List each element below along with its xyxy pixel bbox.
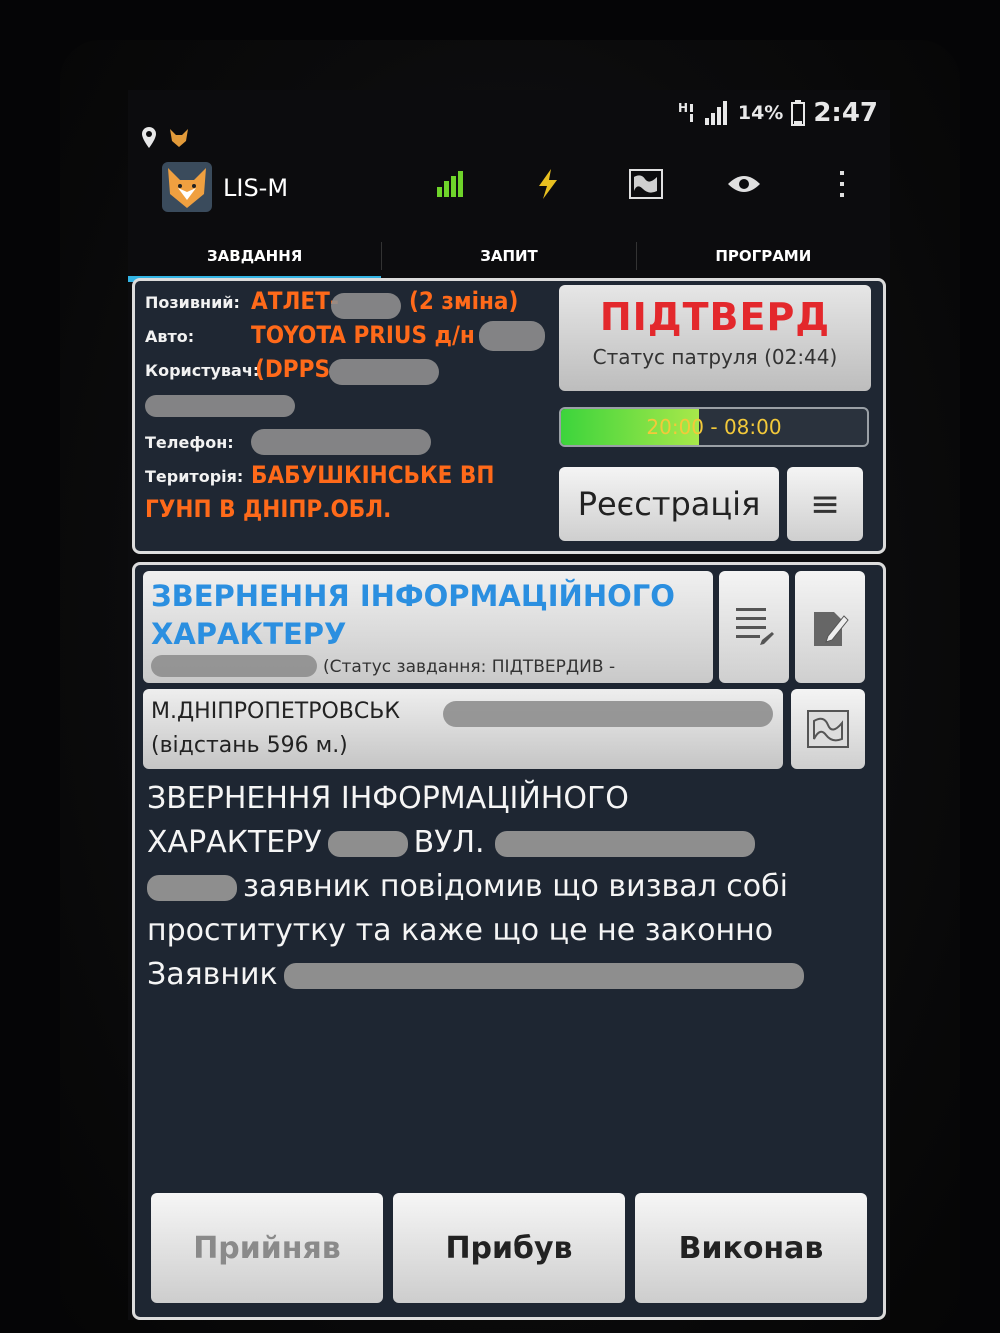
task-panel: ЗВЕРНЕННЯ ІНФОРМАЦІЙНОГО ХАРАКТЕРУ (Стат… bbox=[132, 562, 886, 1320]
phone-label: Телефон: bbox=[145, 433, 234, 452]
address-distance: (відстань 596 м.) bbox=[151, 733, 348, 758]
phone-screen: H 14% 2:47 LIS-M ЗАВДАННЯ ЗАПИТ ПРОГРАМИ… bbox=[128, 90, 890, 1320]
redacted-blur bbox=[479, 321, 545, 351]
user-label: Користувач: bbox=[145, 361, 260, 380]
signal-strength-icon bbox=[704, 101, 727, 125]
route-map-icon[interactable] bbox=[791, 689, 865, 769]
redacted-blur bbox=[145, 395, 295, 417]
redacted-blur bbox=[329, 359, 439, 385]
address-city: М.ДНІПРОПЕТРОВСЬК bbox=[151, 699, 400, 724]
confirm-status-button[interactable]: ПІДТВЕРД Статус патруля (02:44) bbox=[559, 285, 871, 391]
task-title: ЗВЕРНЕННЯ ІНФОРМАЦІЙНОГО ХАРАКТЕРУ bbox=[151, 579, 675, 651]
callsign-value: АТЛЕТ- bbox=[251, 287, 339, 315]
tab-bar: ЗАВДАННЯ ЗАПИТ ПРОГРАМИ bbox=[128, 230, 890, 282]
action-buttons: Прийняв Прибув Виконав bbox=[151, 1193, 867, 1303]
redacted-blur bbox=[327, 830, 408, 857]
redacted-blur bbox=[147, 874, 237, 901]
description-line-2a: ХАРАКТЕРУ bbox=[147, 825, 322, 860]
patrol-info-panel: Позивний: АТЛЕТ- (2 зміна) Авто: TOYOTA … bbox=[132, 278, 886, 554]
task-status: (Статус завдання: ПІДТВЕРДИВ - bbox=[323, 657, 616, 677]
shift-progress-bar: 20:00 - 08:00 bbox=[559, 407, 869, 447]
description-line-2: ХАРАКТЕРУ ВУЛ. bbox=[147, 821, 867, 865]
hamburger-menu-icon[interactable]: ≡ bbox=[787, 467, 863, 541]
task-header[interactable]: ЗВЕРНЕННЯ ІНФОРМАЦІЙНОГО ХАРАКТЕРУ (Стат… bbox=[143, 571, 713, 683]
description-line-5: Заявник bbox=[147, 953, 867, 997]
redacted-blur bbox=[283, 962, 804, 989]
app-logo-icon[interactable] bbox=[162, 162, 212, 212]
overflow-menu-icon[interactable] bbox=[822, 164, 862, 204]
done-button[interactable]: Виконав bbox=[635, 1193, 867, 1303]
redacted-blur bbox=[151, 655, 317, 677]
fox-notification-icon bbox=[170, 129, 188, 147]
status-bar: H 14% 2:47 bbox=[128, 90, 890, 148]
tab-programs[interactable]: ПРОГРАМИ bbox=[637, 230, 890, 282]
redacted-blur bbox=[251, 429, 431, 455]
description-line-2b: ВУЛ. bbox=[413, 825, 485, 860]
task-description: ЗВЕРНЕННЯ ІНФОРМАЦІЙНОГО ХАРАКТЕРУ ВУЛ. з… bbox=[147, 777, 867, 997]
confirm-title: ПІДТВЕРД bbox=[599, 295, 831, 339]
shift-time-label: 20:00 - 08:00 bbox=[646, 415, 782, 439]
territory-label: Територія: bbox=[145, 467, 244, 486]
status-bar-left bbox=[140, 126, 190, 150]
arrived-button[interactable]: Прибув bbox=[393, 1193, 625, 1303]
app-title: LIS-M bbox=[223, 174, 289, 202]
redacted-blur bbox=[443, 701, 773, 727]
description-line-3: заявник повідомив що визвал собі bbox=[147, 865, 867, 909]
user-value: (DPPS bbox=[255, 355, 330, 383]
callsign-shift: (2 зміна) bbox=[409, 287, 519, 315]
redacted-blur bbox=[331, 293, 401, 319]
location-pin-icon bbox=[142, 127, 156, 148]
battery-percent: 14% bbox=[737, 102, 784, 124]
signal-bars-icon[interactable] bbox=[430, 164, 470, 204]
callsign-label: Позивний: bbox=[145, 293, 240, 312]
svg-text:H: H bbox=[678, 101, 688, 115]
lightning-icon[interactable] bbox=[528, 164, 568, 204]
auto-label: Авто: bbox=[145, 327, 195, 346]
description-line-1: ЗВЕРНЕННЯ ІНФОРМАЦІЙНОГО bbox=[147, 781, 629, 816]
auto-value: TOYOTA PRIUS д/н bbox=[251, 321, 475, 349]
territory-value-line-1: БАБУШКІНСЬКЕ ВП bbox=[251, 461, 495, 489]
tab-tasks[interactable]: ЗАВДАННЯ bbox=[128, 230, 382, 282]
description-line-3-text: заявник повідомив що визвал собі bbox=[243, 869, 788, 904]
accepted-button[interactable]: Прийняв bbox=[151, 1193, 383, 1303]
action-bar: LIS-M bbox=[128, 150, 890, 230]
register-button[interactable]: Реєстрація bbox=[559, 467, 779, 541]
map-icon[interactable] bbox=[626, 164, 666, 204]
clock: 2:47 bbox=[813, 98, 878, 128]
territory-value-line-2: ГУНП В ДНІПР.ОБЛ. bbox=[145, 495, 392, 523]
list-icon[interactable] bbox=[719, 571, 789, 683]
description-line-5-text: Заявник bbox=[147, 957, 278, 992]
tab-request[interactable]: ЗАПИТ bbox=[382, 230, 635, 282]
address-box[interactable]: М.ДНІПРОПЕТРОВСЬК (відстань 596 м.) bbox=[143, 689, 783, 769]
action-bar-icons bbox=[430, 164, 862, 204]
description-line-4: проститутку та каже що це не законно bbox=[147, 913, 774, 948]
edit-note-icon[interactable] bbox=[795, 571, 865, 683]
eye-icon[interactable] bbox=[724, 164, 764, 204]
redacted-blur bbox=[494, 830, 755, 857]
patrol-status-text: Статус патруля (02:44) bbox=[592, 345, 838, 369]
status-bar-right: H 14% 2:47 bbox=[678, 98, 878, 128]
data-arrows-icon: H bbox=[678, 101, 693, 122]
battery-icon bbox=[791, 100, 806, 126]
